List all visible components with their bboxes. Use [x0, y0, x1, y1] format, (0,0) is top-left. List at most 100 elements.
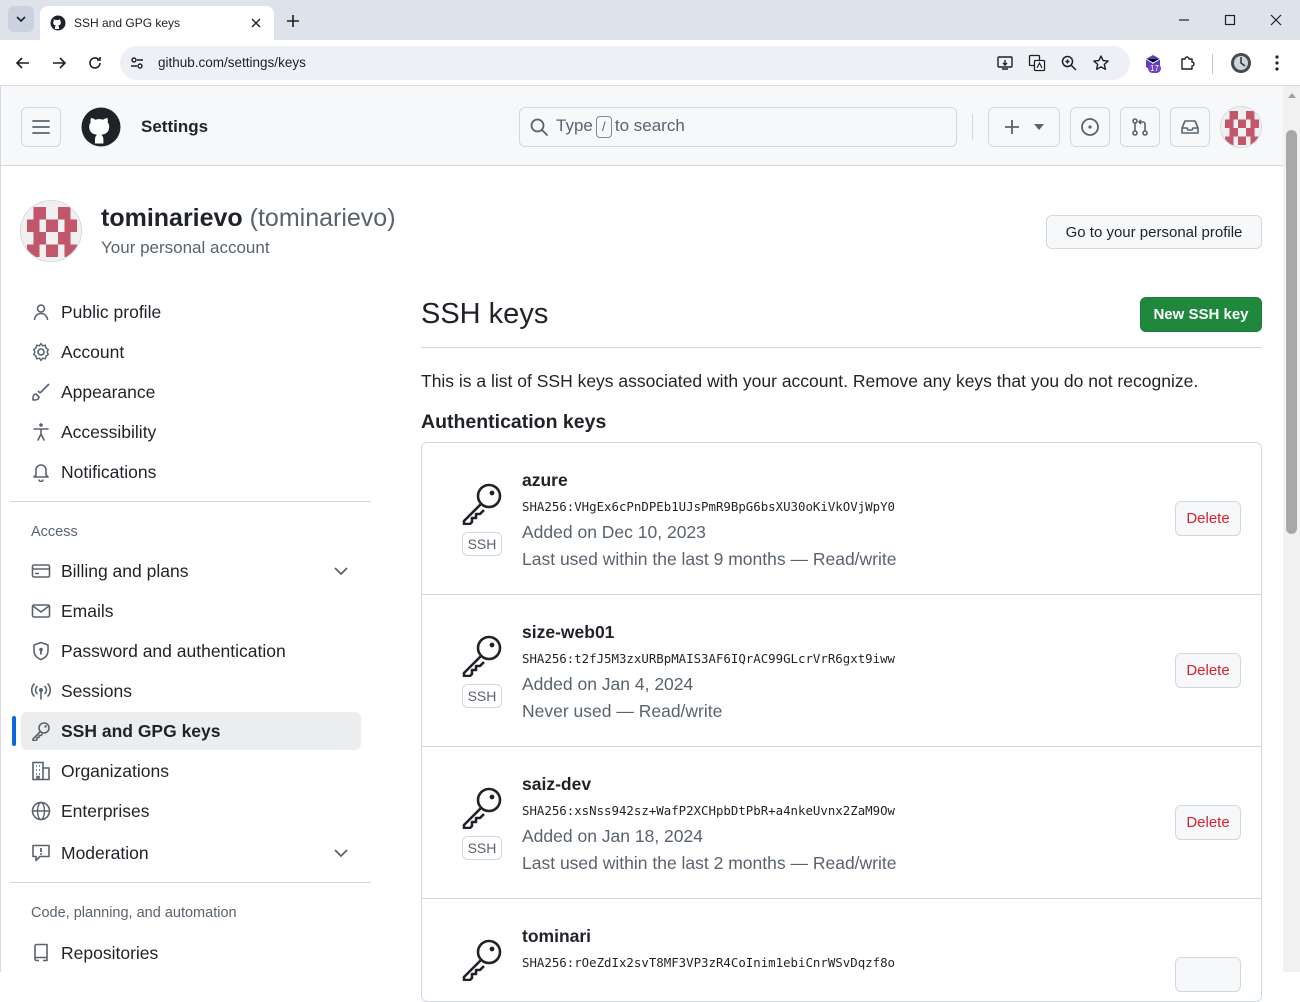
key-icon: [462, 635, 502, 677]
header-divider: [972, 114, 973, 140]
section-title-authentication-keys: Authentication keys: [421, 411, 607, 433]
browser-tabstrip: SSH and GPG keys: [0, 0, 1300, 40]
globe-icon: [31, 801, 51, 821]
search-suffix: to search: [614, 116, 685, 135]
key-type-badge: SSH: [462, 836, 502, 860]
browser-tab-active[interactable]: SSH and GPG keys: [40, 6, 274, 40]
hamburger-menu-button[interactable]: [21, 107, 61, 147]
browser-menu-icon[interactable]: [1266, 52, 1288, 74]
search-input[interactable]: Type / to search: [519, 107, 957, 147]
plus-icon: [287, 15, 299, 27]
person-icon: [31, 302, 51, 322]
browser-toolbar: github.com/settings/keys 17: [0, 40, 1300, 86]
sidebar-item-sessions[interactable]: Sessions: [21, 672, 361, 710]
github-logo-icon[interactable]: [81, 107, 121, 147]
sidebar-item-organizations[interactable]: Organizations: [21, 752, 361, 790]
back-button[interactable]: [12, 52, 34, 74]
sidebar-heading-access: Access: [31, 524, 78, 540]
key-fingerprint: SHA256:xsNss942sz+WafP2XCHpbDtPbR+a4nkeU…: [522, 803, 895, 818]
key-added-date: Added on Jan 4, 2024: [522, 674, 694, 694]
scroll-up-icon[interactable]: [1286, 90, 1297, 100]
close-window-button[interactable]: [1266, 10, 1286, 30]
translate-icon[interactable]: [1028, 54, 1046, 72]
search-shortcut-key: /: [595, 116, 612, 138]
key-added-date: Added on Jan 18, 2024: [522, 826, 703, 846]
sidebar-item-label: Moderation: [61, 842, 149, 863]
maximize-icon: [1224, 14, 1236, 26]
key-icon: [31, 721, 51, 741]
identicon-icon: [1221, 107, 1261, 147]
sidebar-item-label: Public profile: [61, 301, 162, 322]
bell-icon: [31, 462, 51, 482]
arrow-left-icon: [15, 57, 29, 69]
sidebar-item-emails[interactable]: Emails: [21, 592, 361, 630]
sidebar-item-ssh-gpg-keys[interactable]: SSH and GPG keys: [21, 712, 361, 750]
delete-key-button[interactable]: [1175, 957, 1241, 992]
ssh-key-row: SSH azure SHA256:VHgEx6cPnDPEb1UJsPmR9Bp…: [422, 443, 1261, 595]
key-icon: [462, 787, 502, 829]
sidebar-item-appearance[interactable]: Appearance: [21, 373, 361, 411]
chevron-down-icon[interactable]: [331, 843, 351, 863]
forward-button[interactable]: [48, 52, 70, 74]
user-avatar[interactable]: [1220, 106, 1262, 148]
inbox-button[interactable]: [1170, 107, 1210, 147]
maximize-window-button[interactable]: [1220, 10, 1240, 30]
sidebar-item-account[interactable]: Account: [21, 333, 361, 371]
accessibility-icon: [31, 422, 51, 442]
bookmark-star-icon[interactable]: [1092, 54, 1110, 72]
key-title: azure: [522, 470, 568, 490]
key-icon: [462, 483, 502, 525]
minimize-window-button[interactable]: [1174, 10, 1194, 30]
delete-key-button[interactable]: Delete: [1175, 653, 1241, 688]
report-icon: [31, 843, 51, 863]
sidebar-item-accessibility[interactable]: Accessibility: [21, 413, 361, 451]
delete-key-button[interactable]: Delete: [1175, 805, 1241, 840]
address-bar[interactable]: github.com/settings/keys: [120, 46, 1130, 80]
zoom-icon[interactable]: [1060, 54, 1078, 72]
gear-icon: [31, 342, 51, 362]
extensions-puzzle-icon[interactable]: [1177, 52, 1199, 74]
sidebar-item-label: Repositories: [61, 942, 159, 963]
key-title: tominari: [522, 926, 592, 946]
sidebar-item-password-auth[interactable]: Password and authentication: [21, 632, 361, 670]
sidebar-item-billing[interactable]: Billing and plans: [21, 552, 361, 590]
plus-icon: [1005, 120, 1019, 134]
issues-button[interactable]: [1070, 107, 1110, 147]
new-tab-button[interactable]: [282, 10, 304, 32]
sidebar-item-notifications[interactable]: Notifications: [21, 453, 361, 491]
sidebar-item-enterprises[interactable]: Enterprises: [21, 792, 361, 830]
key-fingerprint: SHA256:VHgEx6cPnDPEb1UJsPmR9BpG6bsXU30oK…: [522, 499, 895, 514]
sidebar-divider: [10, 501, 371, 502]
sidebar-item-label: Emails: [61, 600, 114, 621]
display-name[interactable]: tominarievo: [101, 204, 243, 232]
search-prefix: Type: [556, 116, 593, 135]
delete-key-button[interactable]: Delete: [1175, 501, 1241, 536]
site-info-icon[interactable]: [128, 54, 146, 72]
sidebar-item-moderation[interactable]: Moderation: [21, 834, 361, 872]
pull-requests-button[interactable]: [1120, 107, 1160, 147]
key-last-used: Never used — Read/write: [522, 701, 723, 721]
organization-icon: [31, 761, 51, 781]
search-icon: [530, 118, 548, 136]
install-app-icon[interactable]: [996, 54, 1014, 72]
ssh-key-row: SSH size-web01 SHA256:t2fJ5M3zxURBpMAIS3…: [422, 595, 1261, 747]
create-new-button[interactable]: [988, 107, 1060, 147]
git-pull-request-icon: [1132, 118, 1148, 136]
go-to-profile-button[interactable]: Go to your personal profile: [1046, 215, 1262, 249]
sidebar-divider: [10, 882, 371, 883]
inbox-icon: [1181, 120, 1199, 134]
profile-avatar-icon[interactable]: [1230, 52, 1252, 74]
scrollbar-thumb[interactable]: [1286, 130, 1297, 534]
arrow-right-icon: [53, 57, 67, 69]
sidebar-item-repositories[interactable]: Repositories: [21, 934, 361, 972]
sidebar-item-public-profile[interactable]: Public profile: [21, 293, 361, 331]
chevron-down-icon[interactable]: [331, 561, 351, 581]
reload-icon: [89, 57, 101, 69]
close-tab-icon[interactable]: [248, 15, 264, 31]
tab-search-button[interactable]: [8, 6, 34, 32]
page-title[interactable]: Settings: [141, 117, 208, 137]
new-ssh-key-button[interactable]: New SSH key: [1140, 297, 1262, 332]
url-text[interactable]: github.com/settings/keys: [158, 55, 306, 70]
reload-button[interactable]: [84, 52, 106, 74]
key-last-used: Last used within the last 2 months — Rea…: [522, 853, 897, 873]
